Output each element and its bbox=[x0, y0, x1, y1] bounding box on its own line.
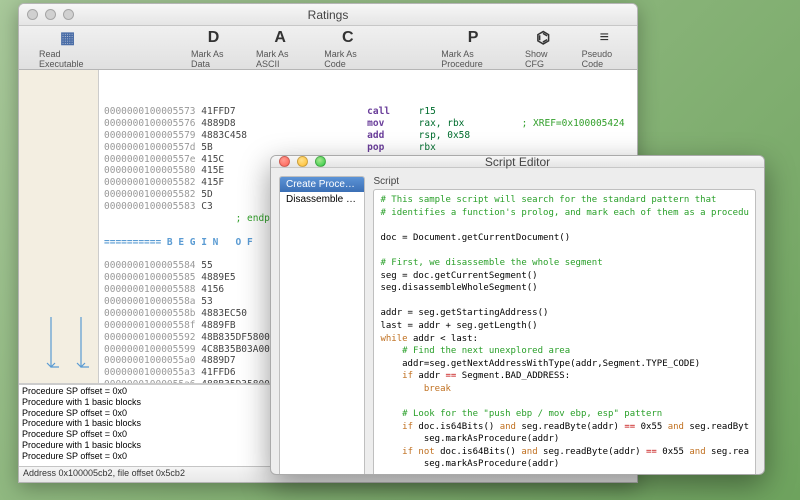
script-list[interactable]: Create Procedures Disassemble Instru... bbox=[279, 176, 365, 475]
main-title: Ratings bbox=[308, 8, 349, 22]
main-toolbar: ▦ Read Executable D Mark As Data A Mark … bbox=[19, 26, 637, 70]
script-code-editor[interactable]: # This sample script will search for the… bbox=[373, 189, 756, 475]
code-icon: ≡ bbox=[600, 27, 609, 49]
script-list-item[interactable]: Disassemble Instru... bbox=[280, 192, 364, 207]
mark-as-data-button[interactable]: D Mark As Data bbox=[181, 25, 246, 71]
toolbar-label: Mark As Data bbox=[191, 49, 236, 69]
zoom-icon[interactable] bbox=[315, 156, 326, 167]
script-titlebar: Script Editor bbox=[271, 156, 764, 168]
document-icon: ▦ bbox=[60, 27, 75, 49]
graph-icon: ⌬ bbox=[536, 27, 550, 49]
script-list-item[interactable]: Create Procedures bbox=[280, 177, 364, 192]
zoom-icon[interactable] bbox=[63, 9, 74, 20]
main-titlebar: Ratings bbox=[19, 4, 637, 26]
read-executable-button[interactable]: ▦ Read Executable bbox=[29, 25, 106, 71]
toolbar-label: Mark As Code bbox=[324, 49, 371, 69]
mark-as-ascii-button[interactable]: A Mark As ASCII bbox=[246, 25, 314, 71]
toolbar-label: Read Executable bbox=[39, 49, 96, 69]
minimize-icon[interactable] bbox=[297, 156, 308, 167]
letter-a-icon: A bbox=[274, 27, 286, 49]
minimize-icon[interactable] bbox=[45, 9, 56, 20]
toolbar-label: Show CFG bbox=[525, 49, 562, 69]
mark-as-procedure-button[interactable]: P Mark As Procedure bbox=[431, 25, 515, 71]
toolbar-label: Pseudo Code bbox=[582, 49, 627, 69]
script-label: Script bbox=[373, 176, 756, 187]
letter-d-icon: D bbox=[208, 27, 220, 49]
mark-as-code-button[interactable]: C Mark As Code bbox=[314, 25, 381, 71]
script-editor-window: Script Editor Create Procedures Disassem… bbox=[270, 155, 765, 475]
letter-c-icon: C bbox=[342, 27, 354, 49]
close-icon[interactable] bbox=[279, 156, 290, 167]
toolbar-label: Mark As Procedure bbox=[441, 49, 505, 69]
toolbar-label: Mark As ASCII bbox=[256, 49, 304, 69]
branch-arrow-icon bbox=[41, 317, 91, 377]
pseudo-code-button[interactable]: ≡ Pseudo Code bbox=[572, 25, 637, 71]
show-cfg-button[interactable]: ⌬ Show CFG bbox=[515, 25, 572, 71]
status-text: Address 0x100005cb2, file offset 0x5cb2 bbox=[23, 468, 185, 478]
script-title: Script Editor bbox=[485, 155, 550, 169]
close-icon[interactable] bbox=[27, 9, 38, 20]
letter-p-icon: P bbox=[468, 27, 479, 49]
